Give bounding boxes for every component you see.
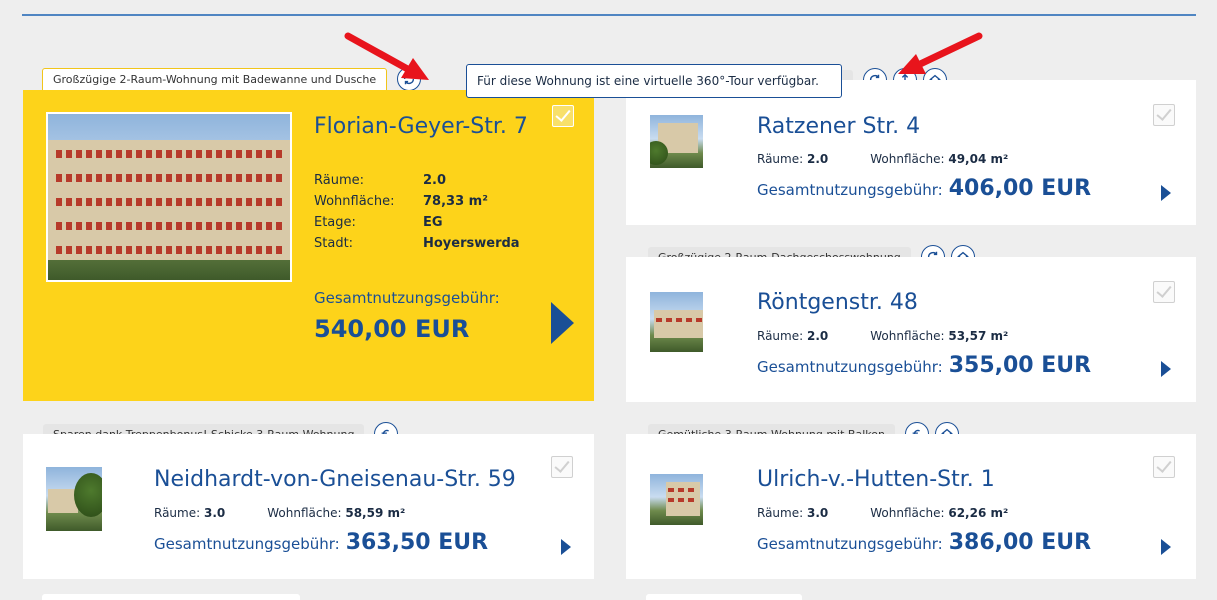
- featured-listing-card[interactable]: Florian-Geyer-Str. 7 Räume: 2.0 Wohnfläch…: [23, 90, 594, 401]
- listing-fee: Gesamtnutzungsgebühr: 406,00 EUR: [757, 176, 1092, 201]
- detail-label: Stadt:: [314, 236, 354, 251]
- next-arrow-icon[interactable]: [561, 539, 571, 555]
- listing-title[interactable]: Neidhardt-von-Gneisenau-Str. 59: [154, 467, 516, 492]
- compare-checkbox[interactable]: [552, 105, 574, 127]
- next-row-tag: [646, 594, 802, 600]
- fee-value: 540,00 EUR: [314, 315, 470, 343]
- listing-title[interactable]: Florian-Geyer-Str. 7: [314, 114, 528, 139]
- listing-fee: Gesamtnutzungsgebühr: 363,50 EUR: [154, 530, 489, 555]
- listing-card[interactable]: Neidhardt-von-Gneisenau-Str. 59 Räume: 3…: [23, 434, 594, 579]
- listing-title[interactable]: Ulrich-v.-Hutten-Str. 1: [757, 467, 995, 492]
- listing-meta: Räume: 2.0 Wohnfläche: 49,04 m²: [757, 152, 1009, 166]
- listing-card[interactable]: Röntgenstr. 48 Räume: 2.0 Wohnfläche: 53,…: [626, 257, 1196, 402]
- fee-label: Gesamtnutzungsgebühr:: [314, 289, 500, 307]
- apartment-photo: [648, 290, 705, 354]
- compare-checkbox[interactable]: [1153, 281, 1175, 303]
- apartment-photo: [648, 472, 705, 527]
- next-arrow-icon[interactable]: [1161, 361, 1171, 377]
- top-divider: [22, 14, 1196, 16]
- compare-checkbox[interactable]: [1153, 104, 1175, 126]
- listing-fee: Gesamtnutzungsgebühr: 386,00 EUR: [757, 530, 1092, 555]
- detail-value: Hoyerswerda: [423, 236, 520, 251]
- compare-checkbox[interactable]: [1153, 456, 1175, 478]
- listing-title[interactable]: Röntgenstr. 48: [757, 290, 918, 315]
- listing-title[interactable]: Ratzener Str. 4: [757, 114, 920, 139]
- listing-card[interactable]: Ratzener Str. 4 Räume: 2.0 Wohnfläche: 49…: [626, 80, 1196, 225]
- next-arrow-icon[interactable]: [551, 302, 574, 344]
- compare-checkbox[interactable]: [551, 456, 573, 478]
- detail-value: EG: [423, 215, 443, 230]
- annotation-arrow-icon: [898, 32, 983, 74]
- next-arrow-icon[interactable]: [1161, 185, 1171, 201]
- listing-meta: Räume: 2.0 Wohnfläche: 53,57 m²: [757, 329, 1009, 343]
- listing-card[interactable]: Ulrich-v.-Hutten-Str. 1 Räume: 3.0 Wohnfl…: [626, 434, 1196, 579]
- apartment-photo: [648, 113, 705, 170]
- listing-meta: Räume: 3.0 Wohnfläche: 62,26 m²: [757, 506, 1009, 520]
- detail-value: 2.0: [423, 173, 447, 188]
- detail-label: Etage:: [314, 215, 356, 230]
- detail-label: Räume:: [314, 173, 364, 188]
- apartment-photo: [44, 465, 104, 533]
- listing-details: Räume: 2.0 Wohnfläche: 78,33 m² Etage: EG S…: [314, 173, 520, 257]
- listing-tag: Großzügige 2-Raum-Wohnung mit Badewanne …: [42, 67, 388, 91]
- listing-meta: Räume: 3.0 Wohnfläche: 58,59 m²: [154, 506, 406, 520]
- apartment-photo: [46, 112, 292, 282]
- annotation-arrow-icon: [344, 32, 429, 80]
- listing-fee: Gesamtnutzungsgebühr: 355,00 EUR: [757, 353, 1092, 378]
- next-row-tag: [42, 594, 300, 600]
- next-arrow-icon[interactable]: [1161, 539, 1171, 555]
- virtual-tour-tooltip: Für diese Wohnung ist eine virtuelle 360…: [466, 64, 842, 98]
- detail-label: Wohnfläche:: [314, 194, 395, 209]
- detail-value: 78,33 m²: [423, 194, 488, 209]
